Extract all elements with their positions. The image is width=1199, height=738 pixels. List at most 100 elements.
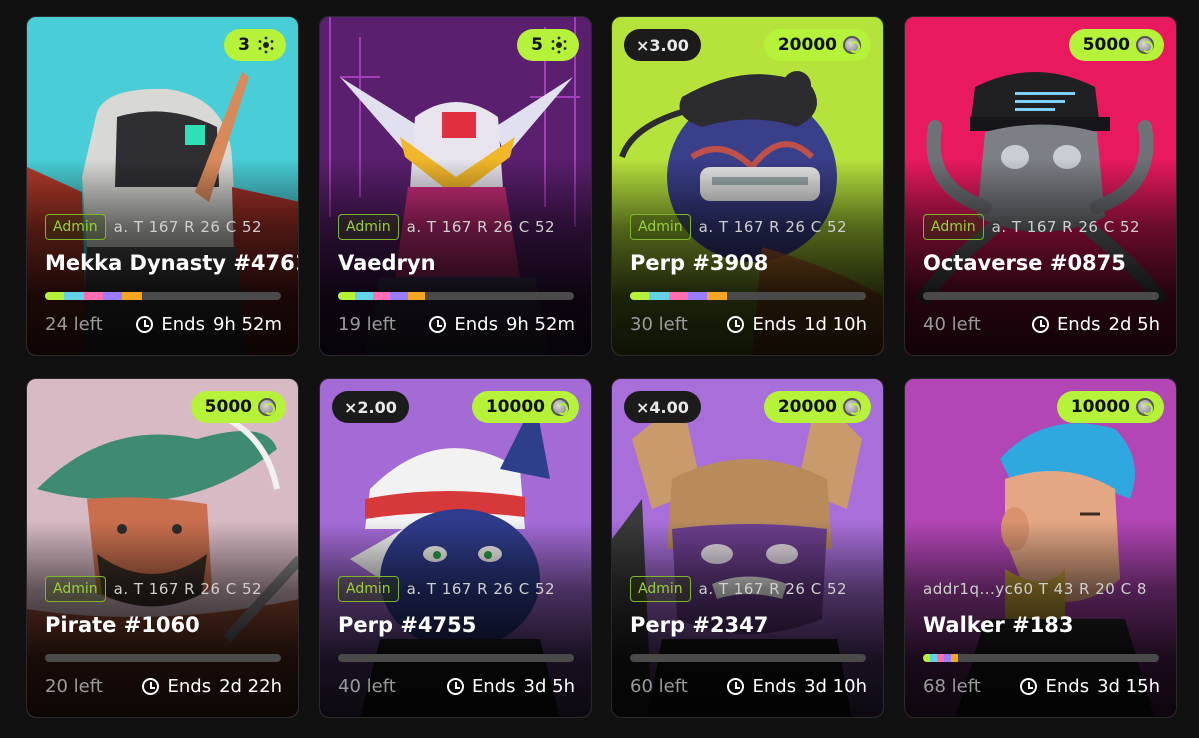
ends-timer: Ends 9h 52m	[429, 314, 575, 335]
ends-label: Ends	[471, 676, 516, 697]
card-meta: Admin a. T 167 R 26 C 52	[923, 212, 1162, 242]
ends-value: 2d 5h	[1108, 314, 1160, 335]
clock-icon	[136, 316, 154, 333]
progress-segment	[64, 292, 84, 300]
nft-card[interactable]: 10000 addr1q...yc60 T 43 R 20 C 8 Walker…	[904, 378, 1177, 718]
ends-value: 3d 15h	[1097, 676, 1160, 697]
admin-badge: Admin	[630, 576, 691, 602]
nft-card[interactable]: ×4.00 20000 Admin a. T 167 R 26 C 52 Per…	[611, 378, 884, 718]
card-stats: a. T 167 R 26 C 52	[698, 218, 848, 236]
ends-timer: Ends 2d 22h	[142, 676, 282, 697]
card-grid: 3 Admin a. T 167 R 26 C 52 Mekka Dynasty…	[0, 0, 1199, 738]
nft-card[interactable]: ×2.00 10000 Admin a. T 167 R 26 C 52 Per…	[319, 378, 592, 718]
price-badge: 5000	[190, 391, 286, 423]
progress-segment	[122, 292, 142, 300]
card-title: Perp #3908	[630, 251, 769, 275]
remaining-count: 30 left	[630, 314, 688, 335]
card-meta: Admin a. T 167 R 26 C 52	[338, 212, 577, 242]
progress-segment	[407, 292, 426, 300]
cardano-icon	[258, 36, 274, 54]
ends-timer: Ends 2d 5h	[1031, 314, 1160, 335]
admin-badge: Admin	[630, 214, 691, 240]
ends-value: 2d 22h	[219, 676, 282, 697]
progress-bar	[338, 292, 574, 300]
nft-card[interactable]: 3 Admin a. T 167 R 26 C 52 Mekka Dynasty…	[26, 16, 299, 356]
admin-badge: Admin	[923, 214, 984, 240]
progress-segment	[707, 292, 727, 300]
ends-label: Ends	[161, 314, 205, 335]
coin-icon	[1136, 398, 1154, 416]
progress-segment	[649, 292, 669, 300]
card-stats: a. T 167 R 26 C 52	[991, 218, 1141, 236]
progress-bar	[630, 292, 866, 300]
clock-icon	[1031, 316, 1049, 333]
progress-bar	[338, 654, 574, 662]
nft-card[interactable]: 5 Admin a. T 167 R 26 C 52 Vaedryn 19 le…	[319, 16, 592, 356]
clock-icon	[142, 678, 160, 695]
multiplier-badge: ×3.00	[624, 29, 701, 61]
remaining-count: 40 left	[923, 314, 981, 335]
progress-bar	[45, 654, 281, 662]
admin-badge: Admin	[338, 576, 399, 602]
admin-badge: Admin	[45, 214, 106, 240]
remaining-count: 40 left	[338, 676, 396, 697]
progress-segment	[951, 654, 959, 662]
card-stats: addr1q...yc60 T 43 R 20 C 8	[923, 580, 1147, 598]
progress-segment	[372, 292, 391, 300]
multiplier-badge: ×2.00	[332, 391, 409, 423]
ends-value: 3d 5h	[523, 676, 575, 697]
price-value: 5000	[204, 397, 252, 417]
card-title: Octaverse #0875	[923, 251, 1126, 275]
remaining-count: 60 left	[630, 676, 688, 697]
ends-label: Ends	[454, 314, 498, 335]
price-badge: 20000	[763, 391, 871, 423]
ends-label: Ends	[167, 676, 212, 697]
remaining-count: 19 left	[338, 314, 396, 335]
progress-segment	[355, 292, 373, 300]
admin-badge: Admin	[338, 214, 399, 240]
card-stats: a. T 167 R 26 C 52	[113, 580, 263, 598]
price-badge: 10000	[1056, 391, 1164, 423]
card-meta: Admin a. T 167 R 26 C 52	[45, 212, 284, 242]
card-stats: a. T 167 R 26 C 52	[698, 580, 848, 598]
cardano-icon	[551, 36, 567, 54]
progress-segment	[668, 292, 689, 300]
nft-card[interactable]: ×3.00 20000 Admin a. T 167 R 26 C 52 Per…	[611, 16, 884, 356]
clock-icon	[446, 678, 464, 695]
card-footer: 19 left Ends 9h 52m	[338, 314, 575, 335]
progress-segment	[930, 654, 938, 662]
card-footer: 30 left Ends 1d 10h	[630, 314, 867, 335]
price-value: 5	[531, 35, 543, 55]
progress-segment	[630, 292, 650, 300]
ends-label: Ends	[752, 676, 797, 697]
price-badge: 5000	[1068, 29, 1164, 61]
card-footer: 68 left Ends 3d 15h	[923, 676, 1160, 697]
ends-label: Ends	[1056, 314, 1101, 335]
progress-bar	[923, 292, 1159, 300]
card-title: Perp #2347	[630, 613, 769, 637]
price-badge: 5	[517, 29, 579, 61]
ends-label: Ends	[752, 314, 797, 335]
card-footer: 24 left Ends 9h 52m	[45, 314, 282, 335]
card-meta: Admin a. T 167 R 26 C 52	[630, 574, 869, 604]
card-footer: 60 left Ends 3d 10h	[630, 676, 867, 697]
card-footer: 40 left Ends 2d 5h	[923, 314, 1160, 335]
coin-icon	[843, 398, 861, 416]
ends-timer: Ends 3d 15h	[1020, 676, 1160, 697]
ends-value: 1d 10h	[804, 314, 867, 335]
progress-segment	[390, 292, 408, 300]
ends-timer: Ends 3d 5h	[446, 676, 575, 697]
ends-label: Ends	[1045, 676, 1090, 697]
progress-bar	[923, 654, 1159, 662]
card-title: Vaedryn	[338, 251, 436, 275]
remaining-count: 24 left	[45, 314, 103, 335]
price-value: 10000	[485, 397, 545, 417]
nft-card[interactable]: 5000 Admin a. T 167 R 26 C 52 Octaverse …	[904, 16, 1177, 356]
price-value: 20000	[777, 35, 837, 55]
card-meta: Admin a. T 167 R 26 C 52	[45, 574, 284, 604]
coin-icon	[258, 398, 276, 416]
nft-card[interactable]: 5000 Admin a. T 167 R 26 C 52 Pirate #10…	[26, 378, 299, 718]
price-badge: 3	[224, 29, 286, 61]
progress-segment	[103, 292, 123, 300]
card-footer: 40 left Ends 3d 5h	[338, 676, 575, 697]
